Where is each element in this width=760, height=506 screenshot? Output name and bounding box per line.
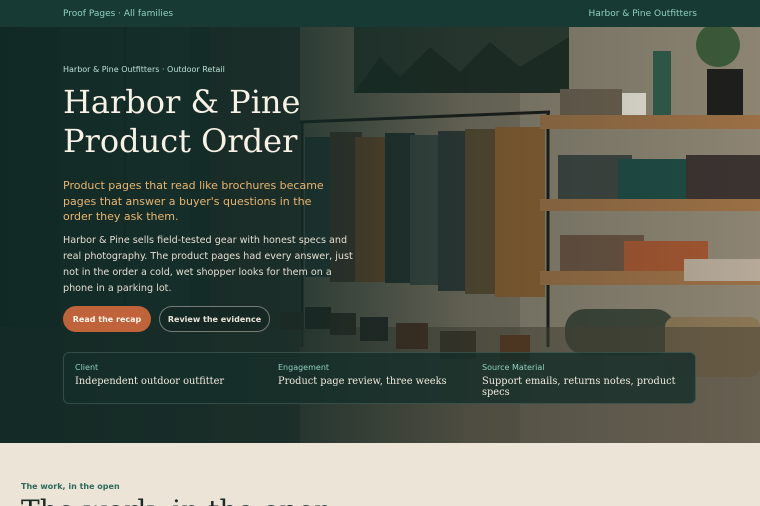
read-recap-button[interactable]: Read the recap — [63, 306, 151, 332]
fact-label: Source Material — [482, 363, 545, 372]
fact-value: Independent outdoor outfitter — [75, 376, 225, 387]
client-name-link[interactable]: Harbor & Pine Outfitters — [589, 9, 697, 19]
project-facts-panel: Client Independent outdoor outfitter Eng… — [63, 352, 696, 404]
fact-label: Client — [75, 363, 99, 372]
hero-lede: Product pages that read like brochures b… — [63, 179, 324, 223]
hero-description: Harbor & Pine sells field-tested gear wi… — [63, 235, 353, 294]
section-kicker: The work, in the open — [21, 482, 120, 491]
top-navigation-bar: Proof Pages · All families Harbor & Pine… — [0, 0, 760, 27]
section-title: The work, in the open — [21, 494, 332, 506]
fact-engagement: Engagement Product page review, three we… — [278, 363, 447, 387]
fact-value: Support emails, returns notes, product s… — [482, 376, 676, 398]
fact-source-material: Source Material Support emails, returns … — [482, 363, 695, 398]
hero-section: Harbor & Pine Outfitters · Outdoor Retai… — [0, 27, 760, 443]
hero-eyebrow: Harbor & Pine Outfitters · Outdoor Retai… — [63, 65, 225, 74]
fact-value: Product page review, three weeks — [278, 376, 447, 387]
review-evidence-button[interactable]: Review the evidence — [159, 306, 270, 332]
all-families-link[interactable]: Proof Pages · All families — [63, 9, 173, 19]
fact-label: Engagement — [278, 363, 330, 372]
fact-client: Client Independent outdoor outfitter — [75, 363, 224, 387]
page-title: Harbor & Pine Product Order — [63, 83, 301, 160]
